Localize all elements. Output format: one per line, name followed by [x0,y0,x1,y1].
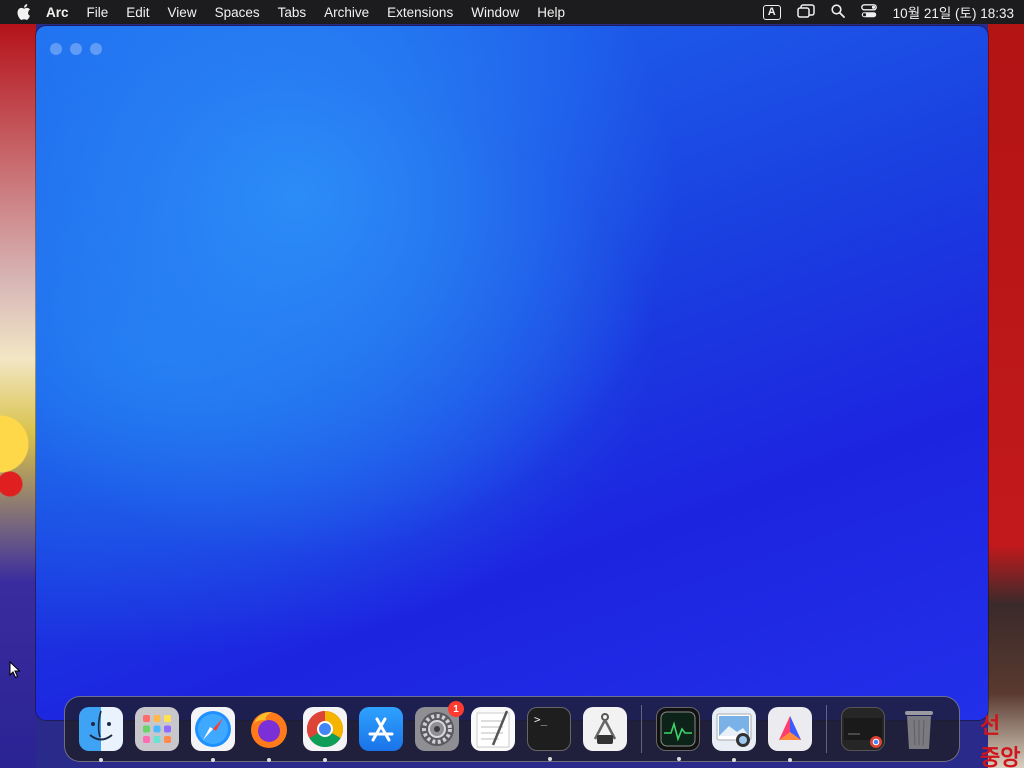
menu-spaces[interactable]: Spaces [215,5,260,20]
status-area: A 10월 21일 (토) 18:33 [747,2,1014,22]
dock-separator-2 [826,705,827,753]
trash-icon [905,711,933,749]
stage-manager-icon[interactable] [796,3,815,21]
wallpaper-left [0,24,36,768]
input-source-icon[interactable]: A [762,4,781,20]
menu-app-name[interactable]: Arc [46,5,69,20]
terminal-icon: >_ [534,713,548,726]
safari-icon [195,711,231,747]
menu-file[interactable]: File [87,5,109,20]
activity-monitor-icon [660,711,696,747]
mouse-cursor-icon [9,660,21,684]
dock: 1 >_ [64,696,960,762]
dock-firefox[interactable] [247,707,291,762]
dock-terminal[interactable]: >_ [527,707,571,761]
dock-safari[interactable] [191,707,235,762]
menu-view[interactable]: View [168,5,197,20]
textedit-icon [476,710,510,748]
finder-icon [89,710,113,741]
arc-browser-window[interactable] [36,26,988,720]
menu-help[interactable]: Help [537,5,565,20]
menu-clock[interactable]: 10월 21일 (토) 18:33 [893,2,1014,22]
apple-menu-icon[interactable] [16,4,32,20]
menu-extensions[interactable]: Extensions [387,5,453,20]
settings-badge: 1 [448,701,464,717]
window-controls [50,43,110,55]
dock-preview[interactable] [712,707,756,762]
instruments-icon [593,713,617,744]
firefox-icon [251,712,287,748]
dock-finder[interactable] [79,707,123,762]
dock-instruments[interactable] [583,707,627,751]
menu-window[interactable]: Window [471,5,519,20]
zoom-window-button[interactable] [90,43,102,55]
dock-separator [641,705,642,753]
preview-icon [716,713,752,747]
close-window-button[interactable] [50,43,62,55]
wallpaper-right [988,24,1024,768]
menu-edit[interactable]: Edit [126,5,149,20]
spotlight-search-icon[interactable] [831,3,845,21]
dock-affinity[interactable] [768,707,812,762]
dock-activity-monitor[interactable] [656,707,700,761]
minimize-window-button[interactable] [70,43,82,55]
menu-archive[interactable]: Archive [324,5,369,20]
app-store-icon [368,717,394,742]
dock-launchpad[interactable] [135,707,179,751]
affinity-icon [779,716,801,740]
minimized-window-icon [844,718,882,748]
dock-app-store[interactable] [359,707,403,751]
dock-trash[interactable] [897,707,941,751]
menu-bar: Arc File Edit View Spaces Tabs Archive E… [0,0,1024,24]
dock-textedit[interactable] [471,707,515,751]
launchpad-icon [143,715,171,743]
chrome-icon [306,711,344,748]
dock-chrome[interactable] [303,707,347,762]
wallpaper-text: 선 중앙 [980,714,1021,768]
dock-minimized-window[interactable] [841,707,885,751]
menu-tabs[interactable]: Tabs [278,5,307,20]
dock-system-settings[interactable]: 1 [415,701,464,751]
control-center-icon[interactable] [860,3,877,21]
